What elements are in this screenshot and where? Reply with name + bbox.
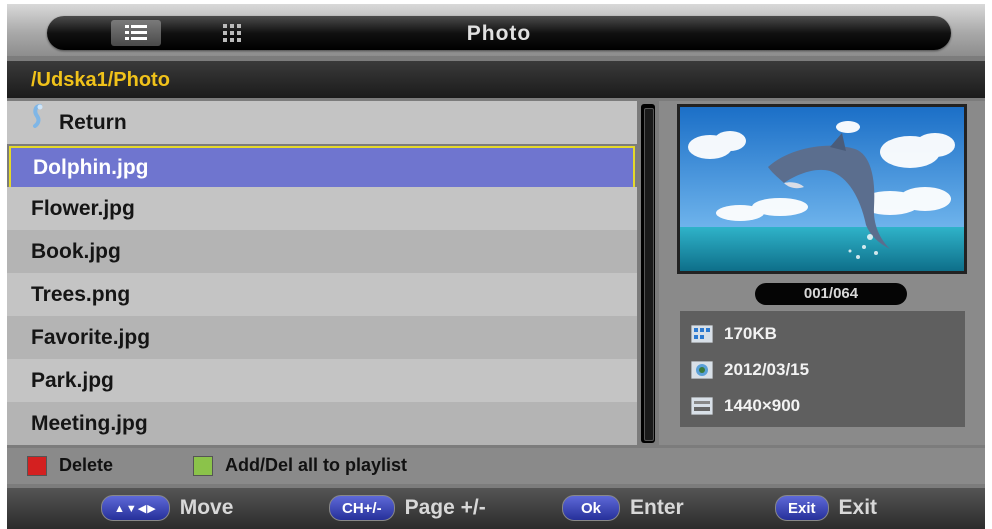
photo-counter: 001/064 — [755, 283, 907, 305]
key-hint-bar: ▲▼◀▶ Move CH+/- Page +/- Ok Enter Exit E… — [7, 488, 985, 529]
scrollbar-thumb[interactable] — [644, 108, 654, 441]
file-name: Meeting.jpg — [31, 412, 148, 435]
page-label: Page +/- — [404, 496, 486, 519]
ch-key-icon: CH+/- — [329, 495, 395, 521]
file-item[interactable]: Favorite.jpg — [7, 316, 637, 359]
hint-ok: Ok Enter — [562, 495, 684, 521]
current-path: /Udska1/Photo — [31, 69, 170, 91]
page-title: Photo — [466, 22, 532, 45]
info-size: 170KB — [690, 319, 777, 349]
file-item[interactable]: Dolphin.jpg — [9, 146, 635, 189]
legend-playlist: Add/Del all to playlist — [193, 455, 407, 476]
exit-label: Exit — [838, 496, 878, 519]
photo-info: 170KB 2012/03/15 1440×900 — [680, 311, 965, 427]
hint-exit: Exit Exit — [775, 495, 877, 521]
delete-label: Delete — [59, 455, 114, 475]
file-name: Book.jpg — [31, 240, 121, 263]
file-item[interactable]: Trees.png — [7, 273, 637, 316]
resolution-icon — [690, 397, 714, 415]
arrow-keys-icon: ▲▼◀▶ — [101, 495, 170, 521]
return-icon — [31, 100, 49, 143]
date-value: 2012/03/15 — [724, 360, 810, 379]
exit-key-icon: Exit — [775, 495, 829, 521]
list-scrollbar[interactable] — [641, 104, 655, 443]
file-item[interactable]: Park.jpg — [7, 359, 637, 402]
move-label: Move — [179, 496, 234, 519]
title-pill: Photo — [47, 16, 951, 50]
title-bar: Photo — [7, 4, 985, 56]
info-date: 2012/03/15 — [690, 355, 809, 385]
info-resolution: 1440×900 — [690, 391, 800, 421]
file-item[interactable]: Book.jpg — [7, 230, 637, 273]
hint-page: CH+/- Page +/- — [329, 495, 486, 521]
file-name: Dolphin.jpg — [33, 156, 149, 179]
file-name: Trees.png — [31, 283, 131, 306]
date-icon — [690, 361, 714, 379]
photo-thumbnail — [677, 104, 967, 274]
resolution-value: 1440×900 — [724, 396, 801, 415]
return-label: Return — [59, 111, 127, 134]
red-key-swatch — [27, 455, 47, 476]
file-item[interactable]: Meeting.jpg — [7, 402, 637, 445]
path-bar: /Udska1/Photo — [7, 61, 985, 98]
file-name: Park.jpg — [31, 369, 114, 392]
file-list: Return Dolphin.jpg Flower.jpg Book.jpg T… — [7, 101, 637, 445]
file-size-value: 170KB — [724, 324, 777, 343]
legend-delete: Delete — [27, 455, 113, 476]
return-item[interactable]: Return — [7, 101, 637, 144]
file-size-icon — [690, 325, 714, 343]
ok-key-icon: Ok — [562, 495, 621, 521]
color-key-legend: Delete Add/Del all to playlist — [7, 448, 985, 484]
green-key-swatch — [193, 455, 213, 476]
playlist-label: Add/Del all to playlist — [225, 455, 408, 475]
file-item[interactable]: Flower.jpg — [7, 187, 637, 230]
hint-move: ▲▼◀▶ Move — [101, 495, 233, 521]
file-name: Flower.jpg — [31, 197, 135, 220]
ok-label: Enter — [630, 496, 684, 519]
file-name: Favorite.jpg — [31, 326, 151, 349]
